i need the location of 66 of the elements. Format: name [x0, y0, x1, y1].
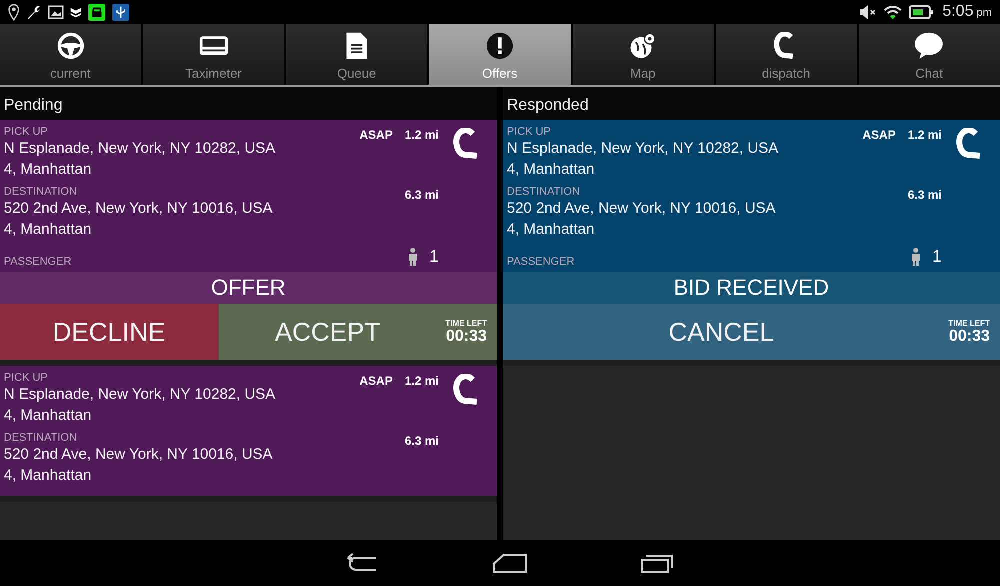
field-label: PASSENGER: [4, 256, 73, 268]
distance-text: 6.3 mi: [404, 188, 439, 202]
distance-text: 6.3 mi: [404, 434, 439, 448]
nav-tab[interactable]: Taximeter: [143, 24, 284, 85]
steering-wheel-icon: [56, 32, 86, 60]
person-icon: [910, 248, 921, 266]
nav-tab[interactable]: Queue: [286, 24, 428, 85]
area-text: 4, Manhattan: [507, 220, 596, 240]
offer-card[interactable]: PICK UP N Esplanade, New York, NY 10282, USA 4, Manhattan ASAP 1.2 mi DESTINATION 520 2nd Ave, New York, NY 10016, USA 4, Manhattan 6.3 mi: [0, 366, 497, 496]
muted-speaker-icon: [858, 4, 877, 20]
address-text: N Esplanade, New York, NY 10282, USA: [4, 139, 277, 159]
field-label: PICK UP: [507, 126, 552, 138]
field-label: DESTINATION: [4, 432, 78, 444]
field-label: PICK UP: [4, 126, 50, 138]
time-text: ASAP: [360, 128, 393, 142]
wrench-icon: [26, 4, 42, 20]
address-text: 520 2nd Ave, New York, NY 10016, USA: [4, 199, 274, 219]
field-label: DESTINATION: [4, 186, 78, 198]
field-label: PICK UP: [4, 372, 50, 384]
status-banner: OFFER: [0, 272, 497, 304]
address-text: 520 2nd Ave, New York, NY 10016, USA: [507, 199, 777, 219]
field-label: DESTINATION: [507, 186, 582, 198]
section-title: Pending: [3, 97, 64, 116]
nav-tab[interactable]: current: [0, 24, 142, 85]
time-left-label: TIME LEFT: [948, 318, 990, 328]
accept-button[interactable]: ACCEPT: [218, 304, 437, 360]
offer-card[interactable]: PICK UP N Esplanade, New York, NY 10282, USA 4, Manhattan ASAP 1.2 mi DESTINATION 520 2nd Ave, New York, NY 10016, USA 4, Manhattan 6.3 mi PASSENGER 1: [503, 120, 1000, 272]
usb-icon: [112, 4, 130, 20]
address-text: N Esplanade, New York, NY 10282, USA: [4, 385, 277, 405]
nav-tab[interactable]: Map: [572, 24, 714, 85]
cancel-button[interactable]: CANCEL: [503, 304, 940, 360]
clock-time: 5:05 pm: [942, 3, 992, 21]
field-label: PASSENGER: [507, 256, 576, 268]
distance-text: 1.2 mi: [404, 374, 439, 388]
distance-text: 6.3 mi: [908, 188, 942, 202]
time-left-label: TIME LEFT: [446, 318, 487, 328]
distance-text: 1.2 mi: [908, 128, 942, 142]
distance-text: 1.2 mi: [404, 128, 439, 142]
nav-tab[interactable]: dispatch: [716, 24, 857, 85]
section-title: Responded: [506, 97, 590, 116]
area-text: 4, Manhattan: [507, 160, 596, 180]
battery-icon: [908, 4, 933, 20]
time-left-value: 00:33: [446, 328, 487, 346]
status-banner: BID RECEIVED: [503, 272, 1000, 304]
time-text: ASAP: [360, 374, 393, 388]
passenger-count: 1: [932, 247, 942, 267]
wifi-icon: [882, 4, 903, 20]
nav-tab[interactable]: Chat: [858, 24, 1000, 85]
area-text: 4, Manhattan: [4, 406, 93, 426]
address-text: 520 2nd Ave, New York, NY 10016, USA: [4, 445, 274, 465]
address-text: N Esplanade, New York, NY 10282, USA: [507, 139, 780, 159]
time-text: ASAP: [862, 128, 896, 142]
decline-button[interactable]: DECLINE: [0, 304, 218, 360]
image-icon: [48, 4, 64, 20]
time-left-value: 00:33: [949, 328, 990, 346]
location-pin-icon: [8, 4, 20, 20]
chat-bubble-icon: [914, 32, 944, 60]
person-icon: [408, 248, 418, 266]
nav-tab[interactable]: Offers: [429, 24, 571, 85]
area-text: 4, Manhattan: [4, 466, 93, 486]
alert-badge-icon: [484, 32, 515, 60]
offer-card[interactable]: PICK UP N Esplanade, New York, NY 10282, USA 4, Manhattan ASAP 1.2 mi DESTINATION 520 2nd Ave, New York, NY 10016, USA 4, Manhattan 6.3 mi PASSENGER 1: [0, 120, 497, 272]
area-text: 4, Manhattan: [4, 220, 93, 240]
globe-pin-icon: [628, 32, 658, 60]
passenger-count: 1: [430, 247, 439, 267]
area-text: 4, Manhattan: [4, 160, 93, 180]
